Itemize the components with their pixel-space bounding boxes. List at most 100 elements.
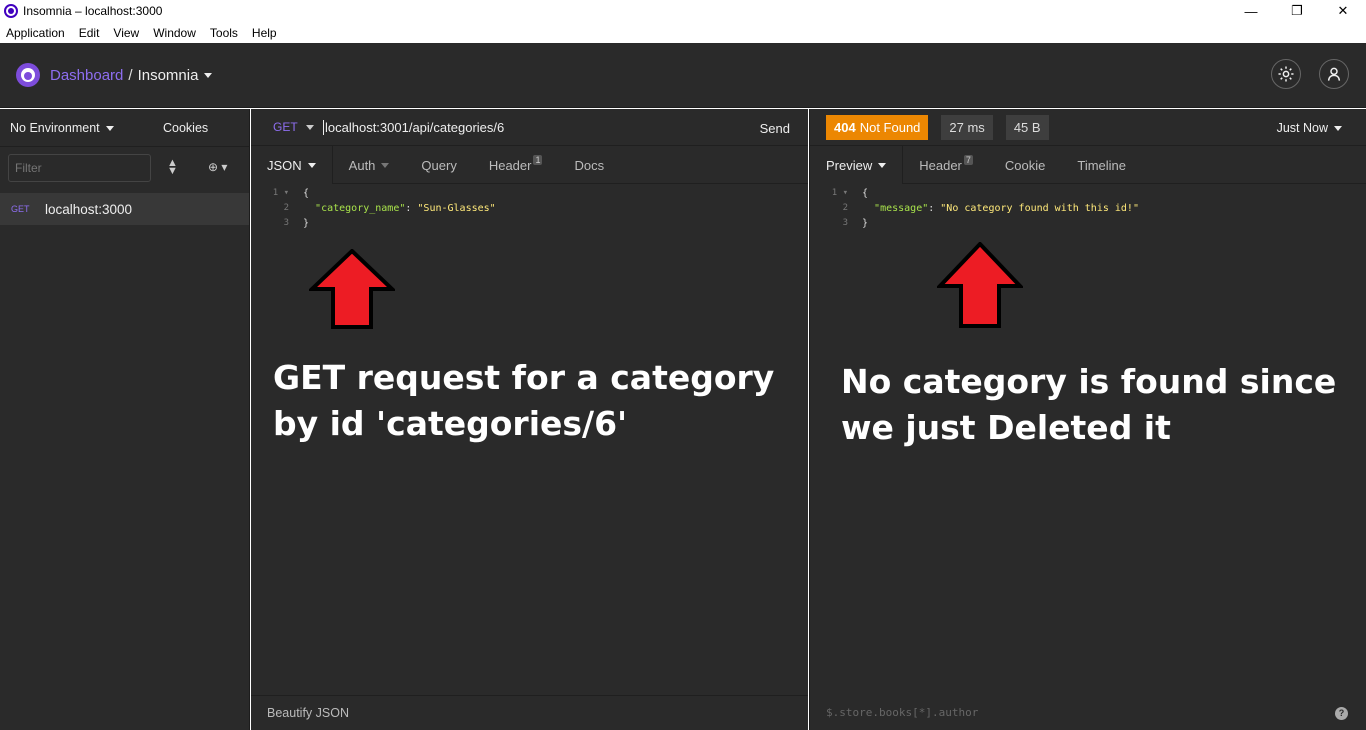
response-filter-input[interactable]: $.store.books[*].author: [826, 695, 978, 730]
right-annotation: No category is found since we just Delet…: [841, 359, 1336, 451]
menu-edit[interactable]: Edit: [79, 26, 100, 40]
header-count-badge: 7: [963, 155, 973, 165]
window-title: Insomnia – localhost:3000: [23, 4, 163, 18]
code-line: 2 "category_name": "Sun-Glasses": [251, 201, 808, 216]
menu-view[interactable]: View: [113, 26, 139, 40]
minimize-button[interactable]: —: [1228, 0, 1274, 22]
code-line: 1 ▾ {: [251, 186, 808, 201]
json-key: "message": [874, 203, 929, 214]
right-annotation-line1: No category is found since: [841, 362, 1337, 401]
tab-preview[interactable]: Preview: [810, 146, 904, 184]
response-body-viewer[interactable]: 1 ▾ { 2 "message": "No category found wit…: [810, 186, 1366, 231]
json-value: "Sun-Glasses": [417, 203, 496, 214]
code-text: {: [862, 188, 869, 199]
tab-preview-label: Preview: [826, 157, 873, 173]
status-code: 404: [834, 119, 856, 135]
tab-json[interactable]: JSON: [251, 146, 333, 184]
chevron-down-icon: [305, 125, 314, 131]
environment-dropdown[interactable]: No Environment: [10, 121, 114, 135]
code-line: 1 ▾ {: [810, 186, 1366, 201]
close-button[interactable]: ✕: [1320, 0, 1366, 22]
tab-header[interactable]: Header 1: [473, 146, 559, 184]
left-annotation-line2: by id 'categories/6': [273, 404, 628, 443]
line-number: 3: [283, 218, 289, 228]
chevron-down-icon: [307, 162, 316, 168]
chevron-down-icon: [381, 162, 390, 168]
line-number: 1 ▾: [272, 188, 289, 198]
tab-query[interactable]: Query: [405, 146, 472, 184]
user-icon: [1327, 67, 1341, 81]
tab-header-label: Header: [488, 157, 532, 173]
chevron-down-icon: [105, 125, 114, 131]
line-number: 2: [283, 203, 289, 213]
cookies-button[interactable]: Cookies: [163, 121, 208, 135]
breadcrumb-separator: /: [128, 66, 133, 84]
header-count-badge: 1: [533, 155, 543, 165]
tab-timeline-label: Timeline: [1077, 157, 1127, 173]
add-request-button[interactable]: ⊕ ▾: [208, 160, 227, 174]
sidebar-top: No Environment Cookies: [0, 109, 249, 147]
line-number: 3: [842, 218, 848, 228]
right-up-arrow-icon: [937, 242, 1023, 328]
chevron-down-icon: [204, 73, 213, 79]
sidebar: No Environment Cookies ▲▼ ⊕ ▾ GET localh…: [0, 109, 250, 730]
url-input[interactable]: localhost:3001/api/categories/6: [323, 120, 504, 135]
restore-button[interactable]: ❐: [1274, 0, 1320, 22]
menu-tools[interactable]: Tools: [210, 26, 238, 40]
tab-auth[interactable]: Auth: [333, 146, 406, 184]
line-number-value: 1: [272, 188, 279, 198]
account-button[interactable]: [1319, 59, 1349, 89]
menu-application[interactable]: Application: [6, 26, 65, 40]
insomnia-app-icon: [4, 4, 18, 18]
tab-docs[interactable]: Docs: [558, 146, 620, 184]
request-method: GET: [11, 204, 30, 214]
menu-help[interactable]: Help: [252, 26, 277, 40]
request-list-item[interactable]: GET localhost:3000: [0, 193, 249, 225]
json-key: "category_name": [315, 203, 406, 214]
tab-auth-label: Auth: [348, 157, 376, 173]
url-bar: GET localhost:3001/api/categories/6 Send: [251, 109, 808, 146]
window-controls: — ❐ ✕: [1228, 0, 1366, 22]
tab-timeline[interactable]: Timeline: [1061, 146, 1142, 184]
tab-query-label: Query: [421, 157, 457, 173]
code-text: }: [303, 218, 310, 229]
sort-icon[interactable]: ▲ ▼: [167, 158, 178, 177]
left-up-arrow-icon: [309, 249, 395, 329]
response-time-label: Just Now: [1276, 121, 1328, 135]
app-header: Dashboard / Insomnia: [0, 43, 1366, 108]
code-line: 3}: [251, 216, 808, 231]
menu-bar: Application Edit View Window Tools Help: [0, 22, 1366, 43]
send-button[interactable]: Send: [760, 121, 790, 136]
tab-cookie[interactable]: Cookie: [989, 146, 1061, 184]
line-number: 1 ▾: [831, 188, 848, 198]
status-badge: 404 Not Found: [826, 114, 929, 140]
code-text: "category_name": "Sun-Glasses": [315, 203, 496, 214]
environment-label: No Environment: [10, 120, 100, 135]
code-text: }: [862, 218, 869, 229]
code-line: 3}: [810, 216, 1366, 231]
code-line: 2 "message": "No category found with thi…: [810, 201, 1366, 216]
line-number: 2: [842, 203, 848, 213]
response-status-row: 404 Not Found 27 ms 45 B Just Now: [810, 109, 1366, 146]
window-titlebar: Insomnia – localhost:3000 — ❐ ✕: [0, 0, 1366, 22]
menu-window[interactable]: Window: [153, 26, 196, 40]
chevron-down-icon: [878, 162, 887, 168]
request-name: localhost:3000: [45, 201, 133, 217]
method-dropdown[interactable]: GET: [273, 120, 314, 134]
tab-response-header-label: Header: [919, 157, 962, 173]
breadcrumb-dashboard[interactable]: Dashboard: [50, 67, 123, 84]
settings-button[interactable]: [1271, 59, 1301, 89]
tab-response-header[interactable]: Header 7: [903, 146, 989, 184]
workspace-dropdown[interactable]: Insomnia: [138, 67, 213, 84]
insomnia-logo-icon: [16, 63, 40, 87]
filter-input[interactable]: [8, 154, 151, 182]
method-label: GET: [273, 120, 298, 134]
request-body-editor[interactable]: 1 ▾ { 2 "category_name": "Sun-Glasses" 3}: [251, 186, 808, 231]
filter-row: ▲▼ ⊕ ▾: [0, 147, 249, 193]
response-history-dropdown[interactable]: Just Now: [1277, 121, 1342, 135]
chevron-down-icon: [1334, 126, 1342, 132]
json-value: "No category found with this id!": [940, 203, 1139, 214]
help-icon[interactable]: ?: [1335, 707, 1348, 720]
beautify-json-button[interactable]: Beautify JSON: [251, 695, 808, 730]
tab-json-label: JSON: [267, 157, 302, 173]
